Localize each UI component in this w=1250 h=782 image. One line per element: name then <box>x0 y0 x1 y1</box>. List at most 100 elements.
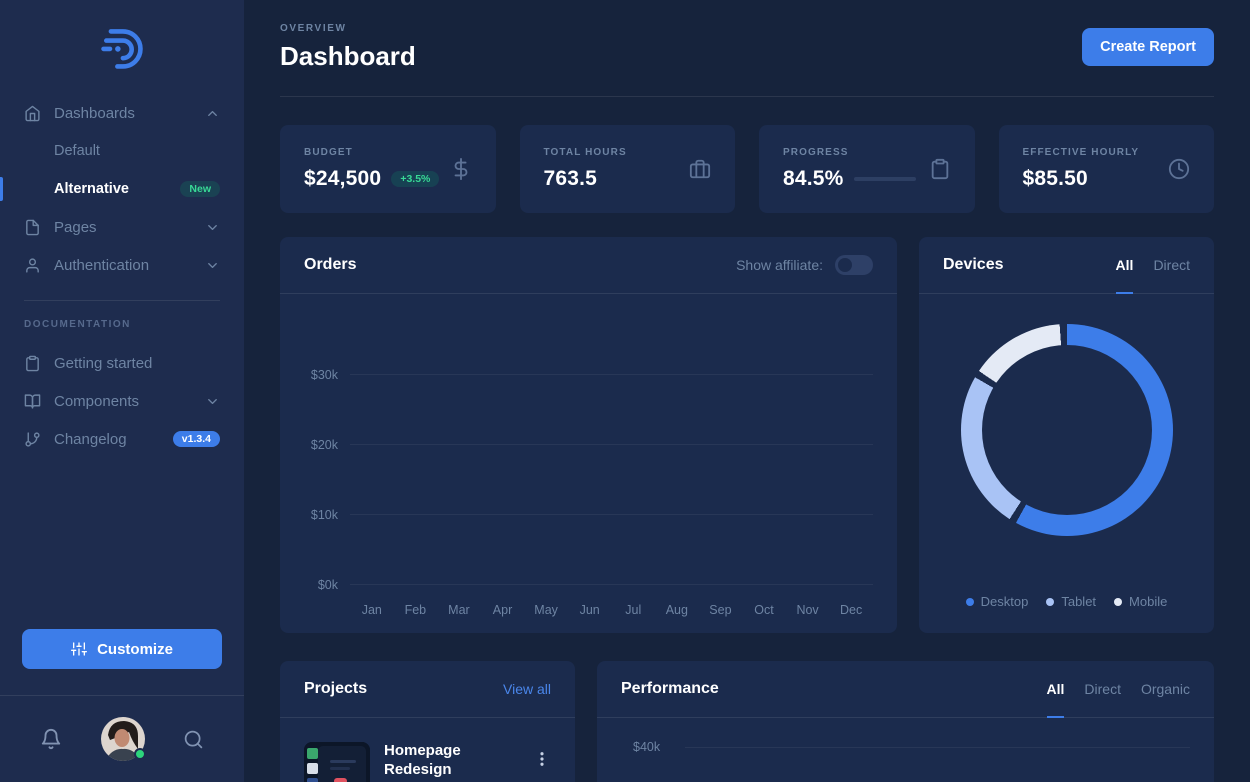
y-tick-label: $0k <box>318 578 338 592</box>
legend-dot <box>966 598 974 606</box>
sidebar-item-label: Components <box>54 393 186 410</box>
x-tick-label: Jun <box>568 603 612 617</box>
tab-organic[interactable]: Organic <box>1141 661 1190 718</box>
customize-area: Customize <box>0 629 244 695</box>
bottom-row: Projects View all <box>280 661 1214 782</box>
page-header: OVERVIEW Dashboard Create Report <box>280 0 1214 97</box>
v1-3-4-badge: v1.3.4 <box>173 431 220 448</box>
more-vertical-icon <box>533 750 551 768</box>
performance-tabs: All Direct Organic <box>1047 661 1190 717</box>
devices-donut-chart <box>961 324 1173 536</box>
progress-bar <box>854 177 916 181</box>
chevron-down-icon <box>205 220 220 235</box>
tab-direct[interactable]: Direct <box>1153 237 1190 294</box>
stat-card-budget: BUDGET $24,500 +3.5% <box>280 125 496 213</box>
home-icon <box>24 105 41 122</box>
x-tick-label: Nov <box>786 603 830 617</box>
x-tick-label: Apr <box>481 603 525 617</box>
sidebar: Dashboards Default Alternative New Pages <box>0 0 244 782</box>
show-affiliate-toggle[interactable] <box>835 255 873 275</box>
clipboard-icon <box>24 355 41 372</box>
performance-card-title: Performance <box>621 680 719 698</box>
show-affiliate-label: Show affiliate: <box>736 257 823 273</box>
sidebar-item-pages[interactable]: Pages <box>24 208 220 246</box>
clock-icon <box>1168 158 1190 180</box>
stat-value: $85.50 <box>1023 167 1088 191</box>
project-thumbnail <box>304 742 370 782</box>
search-icon <box>183 729 204 750</box>
sidebar-item-label: Changelog <box>54 431 160 448</box>
performance-y-tick-label: $40k <box>633 740 660 754</box>
projects-card-title: Projects <box>304 680 367 698</box>
online-status-dot <box>134 748 146 760</box>
legend-label: Tablet <box>1061 594 1096 609</box>
toggle-knob <box>838 258 852 272</box>
x-tick-label: Mar <box>437 603 481 617</box>
stat-trend-badge: +3.5% <box>391 171 439 188</box>
projects-card: Projects View all <box>280 661 575 782</box>
app-logo[interactable] <box>0 0 244 86</box>
sidebar-item-components[interactable]: Components <box>24 382 220 420</box>
sidebar-item-getting-started[interactable]: Getting started <box>24 344 220 382</box>
orders-card: Orders Show affiliate: $0k$10k$20k$30k J… <box>280 237 897 633</box>
legend-item-desktop[interactable]: Desktop <box>966 594 1029 609</box>
legend-item-tablet[interactable]: Tablet <box>1046 594 1096 609</box>
page-pretitle: OVERVIEW <box>280 23 416 34</box>
stat-value: 763.5 <box>544 167 598 191</box>
stat-label: EFFECTIVE HOURLY <box>1023 147 1140 158</box>
sidebar-item-authentication[interactable]: Authentication <box>24 246 220 284</box>
stat-value: 84.5% <box>783 167 844 191</box>
stat-label: PROGRESS <box>783 147 916 158</box>
x-tick-label: May <box>524 603 568 617</box>
x-tick-label: Jan <box>350 603 394 617</box>
legend-label: Desktop <box>981 594 1029 609</box>
sidebar-item-dashboards[interactable]: Dashboards <box>24 94 220 132</box>
x-tick-label: Aug <box>655 603 699 617</box>
sidebar-section-heading: DOCUMENTATION <box>0 301 244 336</box>
x-tick-label: Oct <box>742 603 786 617</box>
view-all-link[interactable]: View all <box>503 681 551 697</box>
notifications-button[interactable] <box>40 728 62 750</box>
sidebar-item-alternative[interactable]: Alternative New <box>24 170 220 208</box>
user-avatar[interactable] <box>101 717 145 761</box>
customize-button[interactable]: Customize <box>22 629 222 669</box>
brand-mark-icon <box>98 24 146 72</box>
chevron-down-icon <box>205 394 220 409</box>
tab-direct[interactable]: Direct <box>1084 661 1121 718</box>
tab-all[interactable]: All <box>1116 237 1134 294</box>
sidebar-item-label: Authentication <box>54 257 186 274</box>
sidebar-item-label: Dashboards <box>54 105 186 122</box>
y-tick-label: $30k <box>311 368 338 382</box>
briefcase-icon <box>689 158 711 180</box>
legend-dot <box>1046 598 1054 606</box>
tab-all[interactable]: All <box>1047 661 1065 718</box>
legend-item-mobile[interactable]: Mobile <box>1114 594 1167 609</box>
project-menu-button[interactable] <box>533 742 551 782</box>
page-title: Dashboard <box>280 41 416 72</box>
project-title: Homepage Redesign <box>384 742 496 782</box>
dollar-icon <box>450 158 472 180</box>
chevron-up-icon <box>205 106 220 121</box>
sliders-icon <box>71 641 87 657</box>
project-thumbnail-image <box>304 742 370 782</box>
y-tick-label: $10k <box>311 508 338 522</box>
clipboard-icon <box>929 158 951 180</box>
devices-card: Devices AllDirect Desktop Tablet Mobile <box>919 237 1214 633</box>
performance-chart: $40k <box>597 718 1214 782</box>
create-report-button[interactable]: Create Report <box>1082 28 1214 66</box>
new-badge: New <box>180 181 220 198</box>
customize-button-label: Customize <box>97 641 173 658</box>
stat-label: BUDGET <box>304 147 439 158</box>
x-tick-label: Jul <box>611 603 655 617</box>
sidebar-footer <box>0 695 244 782</box>
search-button[interactable] <box>183 729 204 750</box>
devices-tabs: All Direct <box>1116 237 1190 293</box>
orders-x-axis: JanFebMarAprMayJunJulAugSepOctNovDec <box>350 585 873 619</box>
bell-icon <box>40 728 62 750</box>
project-list-item[interactable]: Homepage Redesign <box>304 742 551 782</box>
legend-label: Mobile <box>1129 594 1167 609</box>
orders-card-title: Orders <box>304 256 356 274</box>
sidebar-item-changelog[interactable]: Changelog v1.3.4 <box>24 420 220 458</box>
sidebar-doc-nav: Getting started Components Changelog v1.… <box>0 336 244 458</box>
sidebar-item-default[interactable]: Default <box>24 132 220 170</box>
